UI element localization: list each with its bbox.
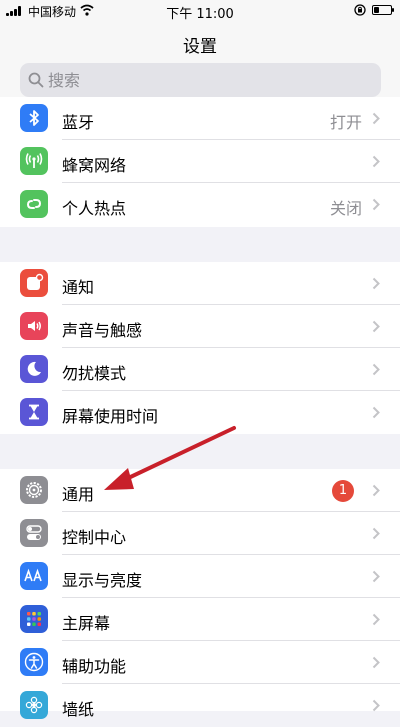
search-bar[interactable] — [20, 63, 381, 97]
chevron-right-icon — [372, 406, 380, 419]
row-notifications[interactable]: 通知 — [0, 262, 400, 305]
row-label: 辅助功能 — [62, 657, 127, 676]
chevron-right-icon — [372, 484, 380, 497]
row-general[interactable]: 通用 1 — [0, 469, 400, 512]
row-label: 勿扰模式 — [62, 364, 127, 383]
row-detail: 关闭 — [329, 199, 362, 218]
page-title: 设置 — [183, 37, 217, 57]
row-accessibility[interactable]: 辅助功能 — [0, 641, 400, 684]
status-time: 下午 11:00 — [166, 7, 234, 22]
row-control-center[interactable]: 控制中心 — [0, 512, 400, 555]
row-wallpaper[interactable]: 墙纸 — [0, 684, 400, 727]
chevron-right-icon — [372, 699, 380, 712]
search-input[interactable] — [48, 63, 368, 97]
row-screen-time[interactable]: 屏幕使用时间 — [0, 391, 400, 434]
chevron-right-icon — [372, 112, 380, 125]
notifications-icon — [20, 269, 48, 297]
hotspot-icon — [20, 190, 48, 218]
sound-icon — [20, 312, 48, 340]
row-label: 主屏幕 — [62, 614, 111, 633]
row-label: 控制中心 — [62, 528, 127, 547]
row-detail: 打开 — [329, 113, 362, 132]
toggles-icon — [20, 519, 48, 547]
notification-badge: 1 — [332, 480, 354, 502]
chevron-right-icon — [372, 656, 380, 669]
display-icon — [20, 562, 48, 590]
row-label: 蜂窝网络 — [62, 156, 127, 175]
row-label: 通用 — [62, 485, 95, 504]
settings-group-notifications: 通知 声音与触感 勿扰模式 屏幕使用时间 — [0, 262, 400, 434]
row-display-brightness[interactable]: 显示与亮度 — [0, 555, 400, 598]
row-do-not-disturb[interactable]: 勿扰模式 — [0, 348, 400, 391]
row-label: 墙纸 — [62, 700, 95, 719]
accessibility-icon — [20, 648, 48, 676]
hourglass-icon — [20, 398, 48, 426]
chevron-right-icon — [372, 613, 380, 626]
chevron-right-icon — [372, 277, 380, 290]
row-label: 通知 — [62, 278, 95, 297]
orientation-lock-icon — [354, 4, 366, 16]
row-home-screen[interactable]: 主屏幕 — [0, 598, 400, 641]
settings-group-connectivity: 蓝牙 打开 蜂窝网络 个人热点 关闭 — [0, 97, 400, 227]
status-bar: 中国移动 下午 11:00 — [0, 0, 400, 22]
bluetooth-icon — [20, 104, 48, 132]
cellular-icon — [20, 147, 48, 175]
row-label: 屏幕使用时间 — [62, 407, 159, 426]
chevron-right-icon — [372, 198, 380, 211]
row-cellular[interactable]: 蜂窝网络 — [0, 140, 400, 183]
chevron-right-icon — [372, 320, 380, 333]
gear-icon — [20, 476, 48, 504]
settings-group-general: 通用 1 控制中心 显示与亮度 主屏幕 辅助功能 墙纸 — [0, 469, 400, 719]
row-personal-hotspot[interactable]: 个人热点 关闭 — [0, 183, 400, 226]
chevron-right-icon — [372, 155, 380, 168]
row-label: 蓝牙 — [62, 113, 95, 132]
search-icon — [28, 72, 44, 88]
row-label: 显示与亮度 — [62, 571, 143, 590]
chevron-right-icon — [372, 527, 380, 540]
row-label: 个人热点 — [62, 199, 127, 218]
battery-icon — [372, 5, 394, 15]
row-label: 声音与触感 — [62, 321, 143, 340]
row-sounds-haptics[interactable]: 声音与触感 — [0, 305, 400, 348]
chevron-right-icon — [372, 570, 380, 583]
chevron-right-icon — [372, 363, 380, 376]
row-bluetooth[interactable]: 蓝牙 打开 — [0, 97, 400, 140]
wallpaper-icon — [20, 691, 48, 719]
home-screen-icon — [20, 605, 48, 633]
moon-icon — [20, 355, 48, 383]
